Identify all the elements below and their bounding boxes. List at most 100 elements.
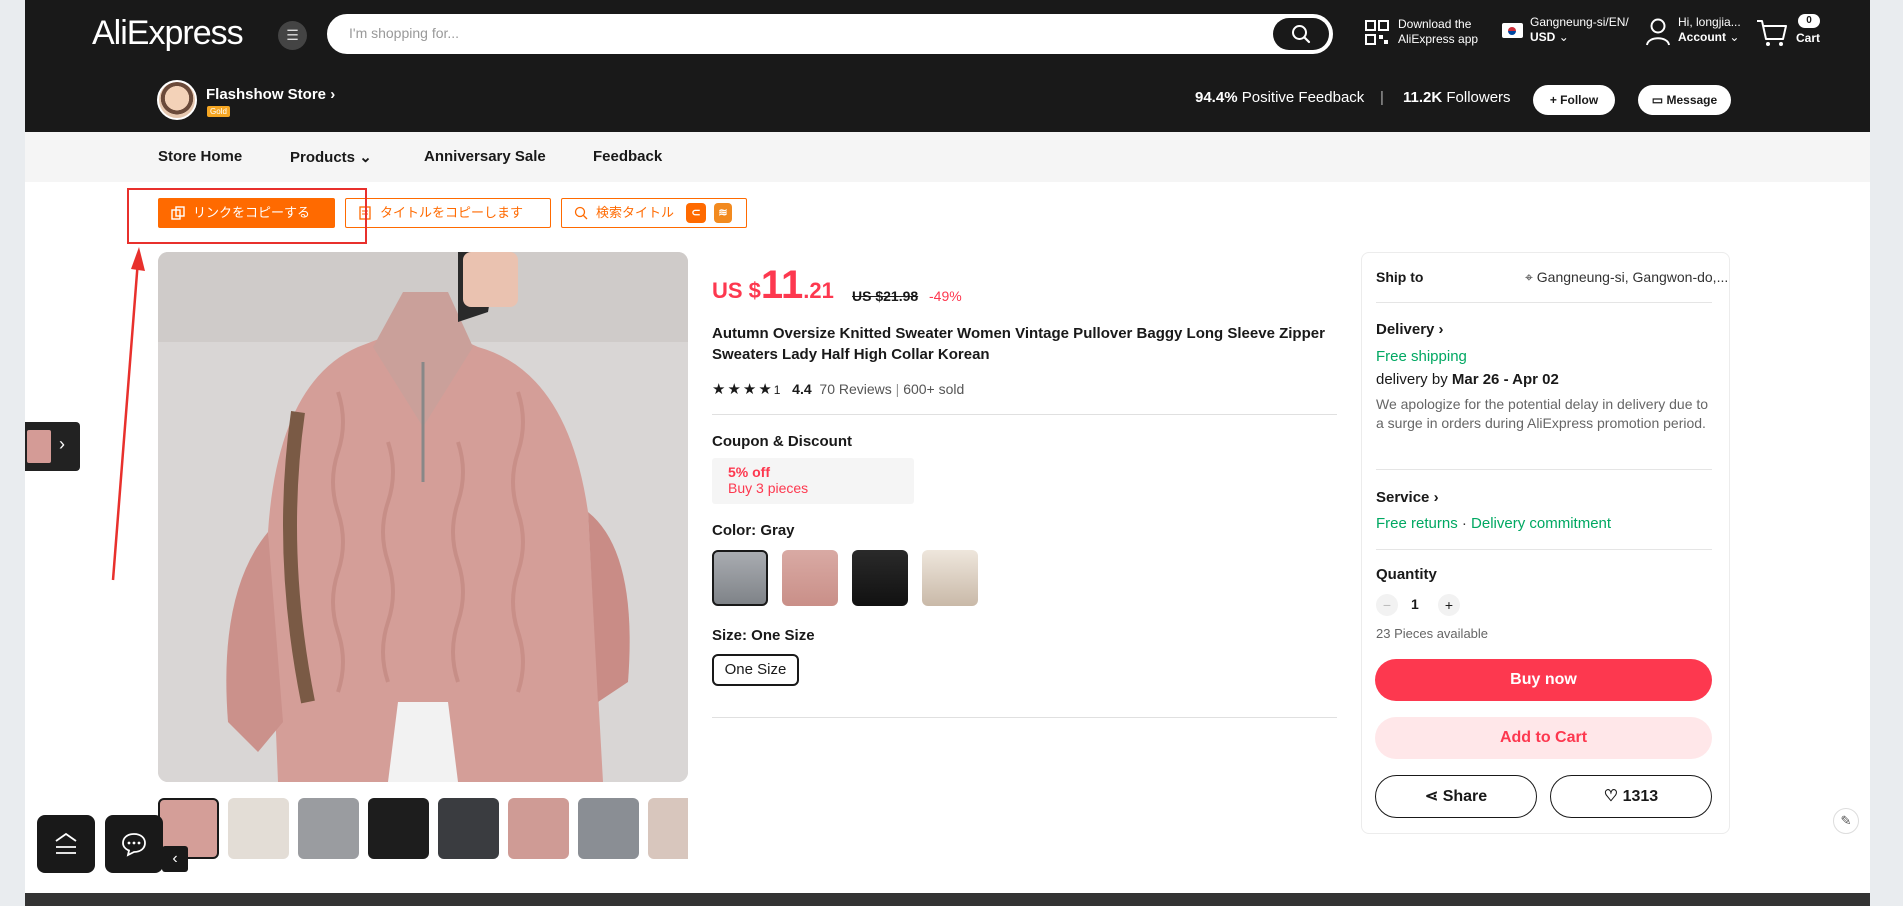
- copy-title-button[interactable]: タイトルをコピーします: [345, 198, 551, 228]
- service-features: Free returns · Delivery commitment: [1376, 515, 1611, 532]
- menu-icon[interactable]: ☰: [278, 21, 307, 50]
- download-app-link[interactable]: Download the AliExpress app: [1398, 17, 1478, 47]
- color-swatch-gray[interactable]: [712, 550, 768, 606]
- divider: [712, 717, 1337, 718]
- pieces-available: 23 Pieces available: [1376, 626, 1489, 641]
- original-price: US $21.98: [852, 288, 919, 304]
- chevron-down-icon: ⌄: [1729, 30, 1740, 44]
- reviews-link[interactable]: 70 Reviews: [819, 381, 891, 397]
- nav-products-label: Products: [290, 149, 356, 166]
- search-icon: [574, 206, 588, 220]
- page: AliExpress ☰ Download the AliExpress app…: [25, 0, 1870, 906]
- nav-products[interactable]: Products ⌄: [290, 148, 372, 166]
- store-avatar[interactable]: [157, 80, 197, 120]
- aliexpress-logo[interactable]: AliExpress: [92, 14, 244, 53]
- ship-to-label: Ship to: [1376, 269, 1424, 285]
- share-icon: ⋖: [1424, 788, 1439, 805]
- size-option-one-size[interactable]: One Size: [712, 654, 799, 686]
- ship-to-value: Gangneung-si, Gangwon-do,...: [1536, 269, 1729, 285]
- back-to-top-button[interactable]: [37, 815, 95, 873]
- buy-now-button[interactable]: Buy now: [1375, 659, 1712, 701]
- chat-icon: [122, 833, 146, 857]
- cart-icon[interactable]: [1755, 18, 1789, 48]
- chevron-right-icon: ›: [1438, 321, 1444, 338]
- alibaba-icon[interactable]: ≋: [714, 203, 732, 223]
- account-menu[interactable]: Hi, longjia... Account ⌄: [1678, 15, 1741, 45]
- price-integer: 11: [760, 263, 804, 307]
- quantity-value[interactable]: 1: [1411, 596, 1419, 612]
- user-icon[interactable]: [1645, 17, 1671, 47]
- quantity-increase-button[interactable]: +: [1438, 594, 1460, 616]
- share-button[interactable]: ⋖ Share: [1375, 775, 1537, 818]
- wishlist-button[interactable]: ♡ 1313: [1550, 775, 1712, 818]
- followers-value: 11.2K: [1403, 89, 1443, 106]
- gold-badge: Gold: [207, 106, 230, 117]
- ship-to-selector[interactable]: ⌖ Gangneung-si, Gangwon-do,...: [1525, 269, 1728, 286]
- feedback-label: Positive Feedback: [1241, 89, 1365, 106]
- rating-value: 4.4: [792, 381, 812, 397]
- color-label: Color: Gray: [712, 522, 795, 539]
- thumbnail-7[interactable]: [578, 798, 639, 859]
- chat-button[interactable]: [105, 815, 163, 873]
- color-swatch-pink[interactable]: [782, 550, 838, 606]
- rating-star-partial: 1: [773, 383, 781, 397]
- divider: [1376, 469, 1712, 470]
- thumbnail-2[interactable]: [228, 798, 289, 859]
- add-to-cart-button[interactable]: Add to Cart: [1375, 717, 1712, 759]
- delivery-heading[interactable]: Delivery ›: [1376, 321, 1444, 338]
- store-name: Flashshow Store: [206, 86, 327, 103]
- message-icon: ▭: [1651, 93, 1664, 107]
- taobao-icon[interactable]: ⊂: [686, 203, 706, 223]
- nav-store-home[interactable]: Store Home: [158, 148, 242, 165]
- feedback-value: 94.4%: [1195, 89, 1238, 106]
- thumbnail-3[interactable]: [298, 798, 359, 859]
- size-label: Size: One Size: [712, 627, 815, 644]
- free-shipping: Free shipping: [1376, 348, 1467, 365]
- delivery-label: Delivery: [1376, 321, 1435, 338]
- search-title-label: 検索タイトル: [596, 205, 675, 220]
- nav-feedback[interactable]: Feedback: [593, 148, 662, 165]
- download-app-line1: Download the: [1398, 17, 1472, 31]
- account-greeting: Hi, longjia...: [1678, 15, 1741, 29]
- quantity-decrease-button[interactable]: −: [1376, 594, 1398, 616]
- rating-row: ★★★★1 4.4 70 Reviews | 600+ sold: [712, 381, 965, 398]
- thumbnail-6[interactable]: [508, 798, 569, 859]
- followers-label: Followers: [1446, 89, 1511, 106]
- store-nav: Store Home Products ⌄ Anniversary Sale F…: [25, 132, 1870, 182]
- rating-stars: ★★★★: [712, 381, 774, 398]
- thumbnail-4[interactable]: [368, 798, 429, 859]
- discount-badge: -49%: [929, 288, 962, 304]
- heart-icon: ♡: [1603, 788, 1619, 805]
- collapsed-gallery-toggle[interactable]: ›: [25, 422, 80, 471]
- delivery-dates: Mar 26 - Apr 02: [1451, 371, 1559, 388]
- main-product-image[interactable]: [158, 252, 688, 782]
- stat-separator: |: [1380, 89, 1384, 106]
- qr-code-icon[interactable]: [1365, 20, 1389, 46]
- sweater-photo: [158, 252, 688, 782]
- current-price: US $11.21: [712, 263, 834, 308]
- chevron-left-icon[interactable]: ‹: [162, 846, 188, 872]
- cart-label[interactable]: Cart: [1796, 31, 1820, 45]
- message-label: Message: [1666, 93, 1718, 107]
- top-header: AliExpress ☰ Download the AliExpress app…: [25, 0, 1870, 132]
- region-selector[interactable]: Gangneung-si/EN/ USD ⌄: [1530, 15, 1629, 45]
- bottom-strip: [25, 893, 1870, 906]
- follow-button[interactable]: + Follow: [1533, 85, 1615, 115]
- service-heading[interactable]: Service ›: [1376, 489, 1439, 506]
- search-button[interactable]: [1273, 18, 1329, 50]
- sold-count: 600+ sold: [903, 381, 965, 397]
- coupon-card[interactable]: 5% off Buy 3 pieces: [712, 458, 914, 504]
- store-name-link[interactable]: Flashshow Store ›: [206, 86, 335, 103]
- region-line1: Gangneung-si/EN/: [1530, 15, 1629, 29]
- chevron-right-icon: ›: [59, 434, 65, 454]
- thumbnail-5[interactable]: [438, 798, 499, 859]
- search-input[interactable]: [349, 25, 1249, 41]
- nav-anniversary-sale[interactable]: Anniversary Sale: [424, 148, 546, 165]
- color-swatch-black[interactable]: [852, 550, 908, 606]
- color-swatch-beige[interactable]: [922, 550, 978, 606]
- edit-icon[interactable]: ✎: [1833, 808, 1859, 834]
- message-button[interactable]: ▭ Message: [1638, 85, 1731, 115]
- search-icon: [1292, 25, 1311, 44]
- service-separator: ·: [1461, 515, 1467, 532]
- thumbnail-8[interactable]: [648, 798, 688, 859]
